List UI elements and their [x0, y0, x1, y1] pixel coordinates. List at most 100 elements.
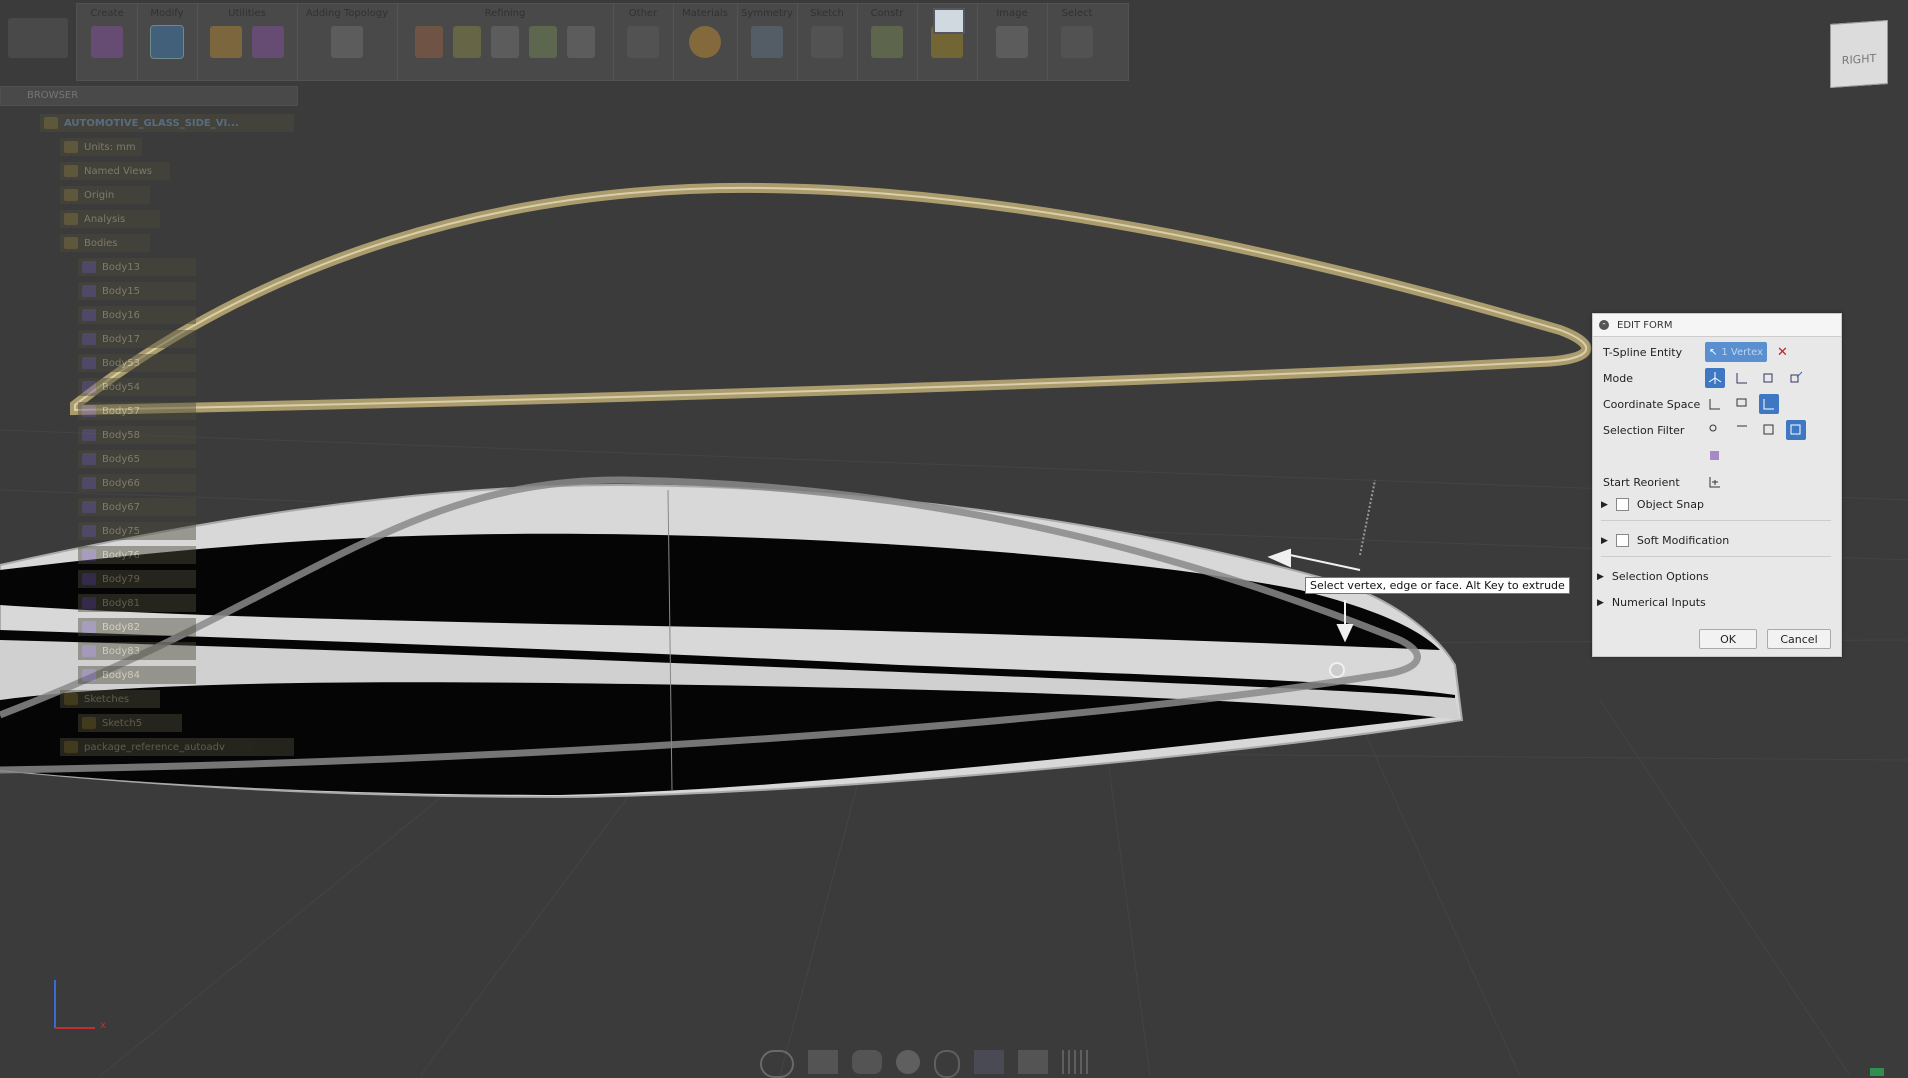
browser-body-item[interactable]: Body15	[78, 282, 196, 300]
mode-scale-icon[interactable]	[1786, 368, 1806, 388]
browser-body-item[interactable]: Body75	[78, 522, 196, 540]
zoom-icon[interactable]	[896, 1050, 920, 1074]
browser-header[interactable]: BROWSER	[0, 86, 298, 106]
other-icon[interactable]	[627, 26, 659, 58]
collapse-icon[interactable]: -	[1599, 320, 1609, 330]
selected-glass-loop[interactable]	[70, 182, 1592, 416]
toolbar-group-adding-topology[interactable]: Adding Topology	[297, 4, 398, 80]
utility-display-icon[interactable]	[252, 26, 284, 58]
object-snap-checkbox[interactable]	[1615, 498, 1629, 511]
toolbar-group-refining[interactable]: Refining	[397, 4, 614, 80]
look-at-icon[interactable]	[808, 1050, 838, 1074]
object-snap-section[interactable]: ▶ Object Snap	[1601, 498, 1704, 511]
toolbar-group-select[interactable]: Select	[1047, 4, 1107, 80]
window-select-icon[interactable]	[1061, 26, 1093, 58]
filter-edge-icon[interactable]	[1732, 420, 1752, 440]
expand-icon[interactable]: ▶	[1601, 500, 1608, 510]
visual-style-icon[interactable]	[1018, 1050, 1048, 1074]
toolbar-group-materials[interactable]: Materials	[673, 4, 738, 80]
browser-root-item[interactable]: AUTOMOTIVE_GLASS_SIDE_VI...	[40, 114, 294, 132]
insert-edge-icon[interactable]	[331, 26, 363, 58]
attached-canvas-icon[interactable]	[996, 26, 1028, 58]
coord-view-icon[interactable]	[1732, 394, 1752, 414]
browser-item-sketches[interactable]: Sketches	[60, 690, 160, 708]
coord-world-icon[interactable]	[1705, 394, 1725, 414]
browser-item-package[interactable]: package_reference_autoadv	[60, 738, 294, 756]
tspline-entity-selector[interactable]: ↖ 1 Vertex	[1705, 342, 1767, 362]
coord-local-icon[interactable]	[1759, 394, 1779, 414]
browser-body-item[interactable]: Body82	[78, 618, 196, 636]
view-cube[interactable]: RIGHT	[1830, 19, 1888, 89]
refine-1-icon[interactable]	[415, 26, 443, 58]
cancel-button[interactable]: Cancel	[1767, 629, 1831, 649]
browser-item-sketch5[interactable]: Sketch5	[78, 714, 182, 732]
expand-icon[interactable]: ▶	[1601, 536, 1608, 546]
refine-3-icon[interactable]	[491, 26, 519, 58]
filter-vertex-icon[interactable]	[1705, 420, 1725, 440]
symmetry-icon[interactable]	[751, 26, 783, 58]
browser-body-item[interactable]: Body17	[78, 330, 196, 348]
browser-body-item[interactable]: Body67	[78, 498, 196, 516]
browser-body-item[interactable]: Body79	[78, 570, 196, 588]
browser-body-item[interactable]: Body54	[78, 378, 196, 396]
grid-settings-icon[interactable]	[1062, 1050, 1092, 1074]
reorient-icon[interactable]	[1705, 472, 1725, 492]
browser-body-item[interactable]: Body81	[78, 594, 196, 612]
filter-body-icon[interactable]	[1705, 446, 1725, 466]
toolbar-group-construct[interactable]: Constr	[857, 4, 918, 80]
utility-cube-icon[interactable]	[210, 26, 242, 58]
browser-body-item[interactable]: Body83	[78, 642, 196, 660]
ok-button[interactable]: OK	[1699, 629, 1757, 649]
appearance-sphere-icon[interactable]	[689, 26, 721, 58]
browser-body-item[interactable]: Body53	[78, 354, 196, 372]
browser-item-origin[interactable]: Origin	[60, 186, 150, 204]
workspace-switch-button[interactable]	[8, 18, 68, 58]
browser-item-bodies[interactable]: Bodies	[60, 234, 150, 252]
display-mode-icon[interactable]	[974, 1050, 1004, 1074]
create-box-icon[interactable]	[91, 26, 123, 58]
expand-icon[interactable]: ▶	[1597, 598, 1604, 608]
refine-4-icon[interactable]	[529, 26, 557, 58]
soft-modification-checkbox[interactable]	[1615, 534, 1629, 547]
browser-body-item[interactable]: Body16	[78, 306, 196, 324]
expand-icon[interactable]: ▶	[1597, 572, 1604, 582]
browser-body-item[interactable]: Body66	[78, 474, 196, 492]
browser-body-item[interactable]: Body57	[78, 402, 196, 420]
browser-body-item[interactable]: Body65	[78, 450, 196, 468]
orbit-icon[interactable]	[760, 1050, 794, 1078]
construct-plane-icon[interactable]	[871, 26, 903, 58]
fit-icon[interactable]	[934, 1050, 960, 1078]
refine-2-icon[interactable]	[453, 26, 481, 58]
toolbar-group-utilities[interactable]: Utilities	[197, 4, 298, 80]
numerical-inputs-section[interactable]: ▶ Numerical Inputs	[1597, 596, 1706, 609]
toolbar-group-sketch[interactable]: Sketch	[797, 4, 858, 80]
mode-translation-icon[interactable]	[1732, 368, 1752, 388]
clear-selection-icon[interactable]: ✕	[1777, 345, 1788, 360]
mode-multi-icon[interactable]	[1705, 368, 1725, 388]
soft-modification-section[interactable]: ▶ Soft Modification	[1601, 534, 1729, 547]
body-icon	[82, 357, 96, 369]
toolbar-group-image[interactable]: Image	[977, 4, 1048, 80]
toolbar-group-modify[interactable]: Modify	[137, 4, 198, 80]
display-settings-icon[interactable]	[933, 8, 965, 34]
browser-item-named-views[interactable]: Named Views	[60, 162, 170, 180]
browser-item-analysis[interactable]: Analysis	[60, 210, 160, 228]
filter-face-icon[interactable]	[1759, 420, 1779, 440]
sketch-icon[interactable]	[811, 26, 843, 58]
mode-rotation-icon[interactable]	[1759, 368, 1779, 388]
browser-body-item[interactable]: Body58	[78, 426, 196, 444]
selection-options-section[interactable]: ▶ Selection Options	[1597, 570, 1709, 583]
toolbar-group-create[interactable]: Create	[77, 4, 138, 80]
browser-item-units[interactable]: Units: mm	[60, 138, 142, 156]
filter-all-icon[interactable]	[1786, 420, 1806, 440]
pan-icon[interactable]	[852, 1050, 882, 1074]
browser-body-item[interactable]: Body76	[78, 546, 196, 564]
edit-form-icon[interactable]	[150, 25, 184, 59]
browser-body-item[interactable]: Body13	[78, 258, 196, 276]
toolbar-group-other[interactable]: Other	[613, 4, 674, 80]
dialog-header[interactable]: - EDIT FORM	[1593, 314, 1841, 337]
refine-5-icon[interactable]	[567, 26, 595, 58]
view-cube-face[interactable]: RIGHT	[1831, 51, 1887, 68]
browser-body-item[interactable]: Body84	[78, 666, 196, 684]
toolbar-group-symmetry[interactable]: Symmetry	[737, 4, 798, 80]
